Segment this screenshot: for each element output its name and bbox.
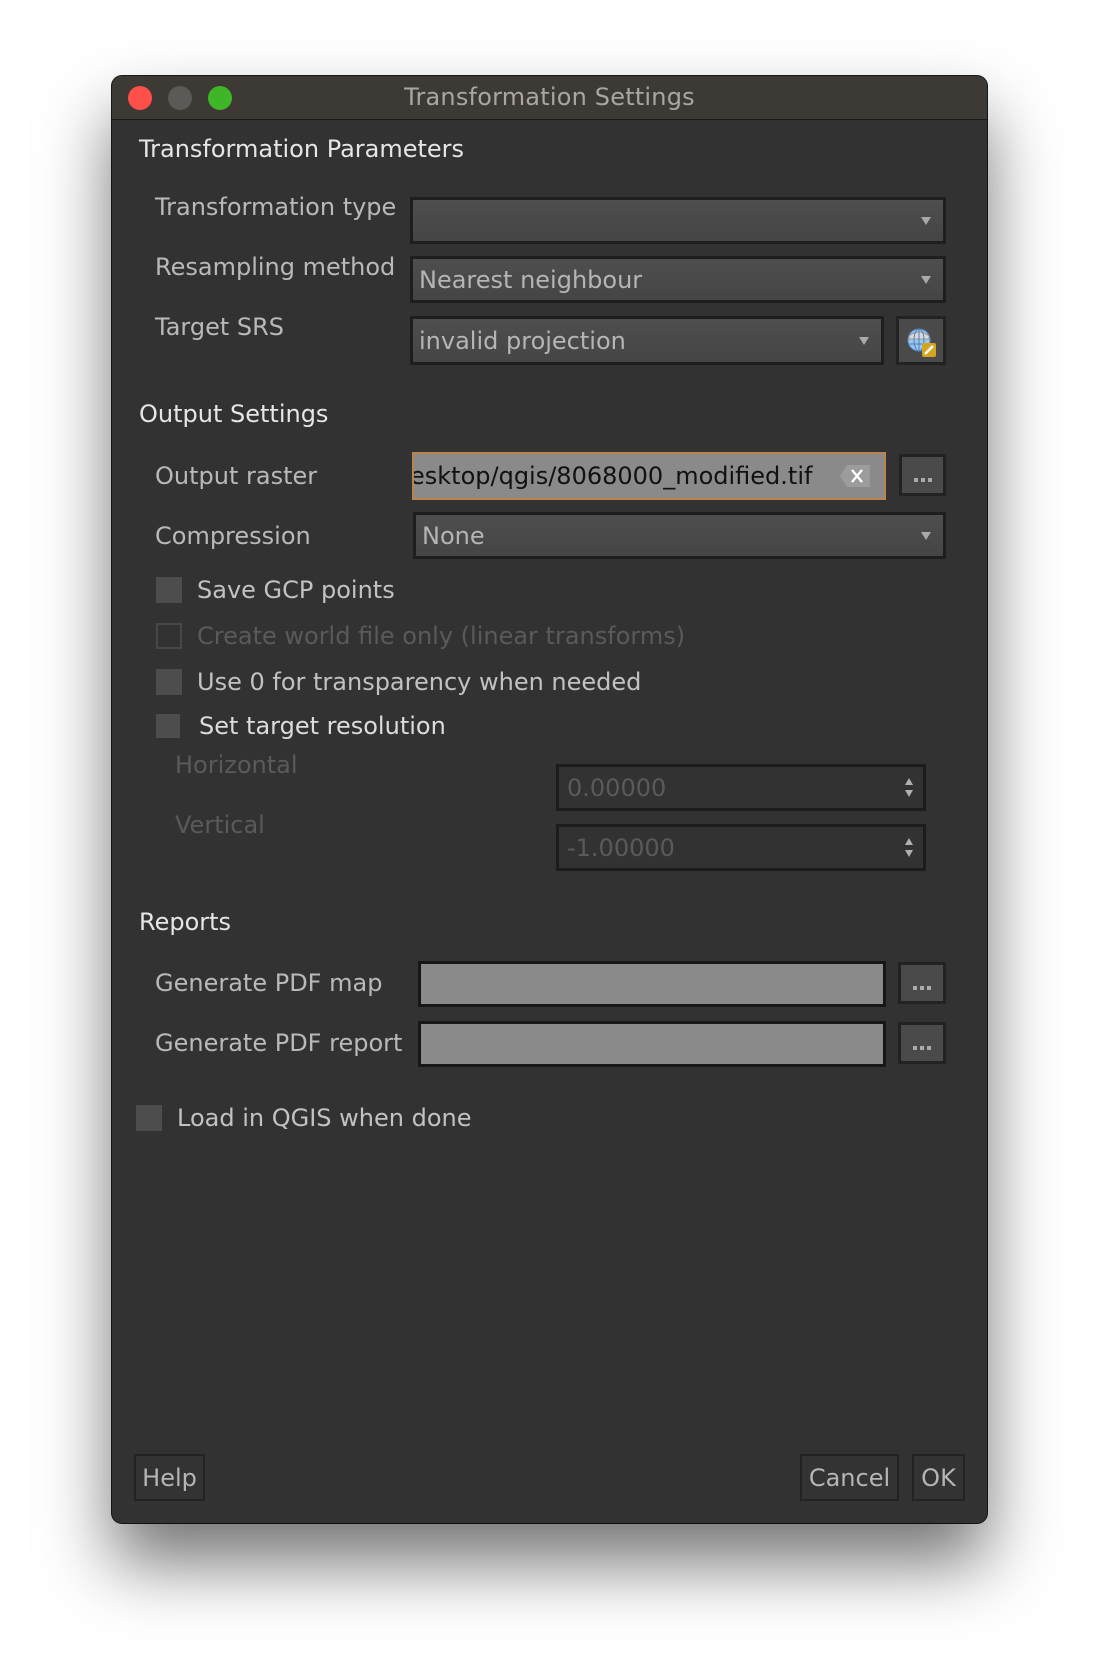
output-raster-browse-button[interactable] bbox=[899, 454, 946, 496]
vertical-value: -1.00000 bbox=[567, 833, 675, 862]
spin-down-icon[interactable] bbox=[905, 850, 913, 857]
create-world-file-checkbox[interactable]: Create world file only (linear transform… bbox=[156, 622, 685, 650]
title-bar[interactable]: Transformation Settings bbox=[112, 76, 987, 120]
spin-up-icon[interactable] bbox=[905, 838, 913, 845]
resampling-method-value: Nearest neighbour bbox=[419, 265, 643, 294]
load-in-qgis-label: Load in QGIS when done bbox=[177, 1104, 472, 1132]
save-gcp-points-label: Save GCP points bbox=[197, 576, 395, 604]
window-title: Transformation Settings bbox=[404, 83, 695, 111]
output-settings-heading: Output Settings bbox=[139, 400, 329, 428]
globe-edit-icon bbox=[907, 328, 936, 357]
set-target-resolution-label: Set target resolution bbox=[199, 712, 446, 740]
chevron-down-icon bbox=[859, 336, 869, 345]
horizontal-spinbox[interactable]: 0.00000 bbox=[556, 764, 926, 811]
checkbox-box[interactable] bbox=[156, 669, 182, 695]
spin-down-icon[interactable] bbox=[905, 790, 913, 797]
save-gcp-points-checkbox[interactable]: Save GCP points bbox=[156, 576, 395, 604]
checkbox-box[interactable] bbox=[136, 1105, 162, 1131]
clear-icon[interactable] bbox=[840, 465, 870, 487]
compression-value: None bbox=[422, 521, 485, 550]
load-in-qgis-checkbox[interactable]: Load in QGIS when done bbox=[136, 1104, 471, 1132]
create-world-file-label: Create world file only (linear transform… bbox=[197, 622, 686, 650]
resampling-method-combo[interactable]: Nearest neighbour bbox=[410, 256, 946, 303]
help-button[interactable]: Help bbox=[134, 1454, 205, 1501]
target-srs-value: invalid projection bbox=[419, 326, 626, 355]
cancel-button[interactable]: Cancel bbox=[800, 1454, 899, 1501]
output-raster-label: Output raster bbox=[155, 462, 318, 490]
transformation-type-combo[interactable] bbox=[410, 197, 946, 244]
compression-label: Compression bbox=[155, 522, 311, 550]
select-crs-button[interactable] bbox=[896, 316, 946, 365]
chevron-down-icon bbox=[921, 216, 931, 225]
spin-up-icon[interactable] bbox=[905, 778, 913, 785]
horizontal-value: 0.00000 bbox=[567, 773, 667, 802]
output-raster-value: esktop/qgis/8068000_modified.tif bbox=[412, 462, 813, 490]
chevron-down-icon bbox=[921, 531, 931, 540]
cancel-button-label: Cancel bbox=[808, 1463, 891, 1492]
pdf-map-browse-button[interactable] bbox=[898, 962, 946, 1004]
chevron-down-icon bbox=[921, 275, 931, 284]
checkbox-box[interactable] bbox=[156, 714, 180, 738]
transformation-type-label: Transformation type bbox=[155, 193, 397, 221]
pdf-report-label: Generate PDF report bbox=[155, 1029, 403, 1057]
transformation-settings-dialog: Transformation Settings Transformation P… bbox=[112, 76, 987, 1523]
resampling-method-label: Resampling method bbox=[155, 253, 396, 281]
compression-combo[interactable]: None bbox=[413, 512, 946, 559]
ellipsis-icon bbox=[913, 478, 932, 482]
pdf-report-browse-button[interactable] bbox=[898, 1022, 946, 1064]
target-srs-label: Target SRS bbox=[155, 313, 285, 341]
vertical-label: Vertical bbox=[175, 811, 265, 839]
transformation-parameters-heading: Transformation Parameters bbox=[139, 135, 465, 163]
checkbox-box[interactable] bbox=[156, 623, 182, 649]
ellipsis-icon bbox=[913, 1046, 931, 1050]
checkbox-box[interactable] bbox=[156, 577, 182, 603]
output-raster-input[interactable]: esktop/qgis/8068000_modified.tif bbox=[412, 452, 886, 500]
ellipsis-icon bbox=[913, 986, 931, 990]
ok-button[interactable]: OK bbox=[912, 1454, 965, 1501]
set-target-resolution-checkbox[interactable]: Set target resolution bbox=[156, 712, 446, 740]
ok-button-label: OK bbox=[921, 1463, 956, 1492]
pdf-map-input[interactable] bbox=[418, 961, 886, 1007]
horizontal-label: Horizontal bbox=[175, 751, 298, 779]
target-srs-combo[interactable]: invalid projection bbox=[410, 316, 884, 365]
pdf-map-label: Generate PDF map bbox=[155, 969, 383, 997]
help-button-label: Help bbox=[142, 1463, 197, 1492]
vertical-spinbox[interactable]: -1.00000 bbox=[556, 824, 926, 871]
use-zero-transparency-checkbox[interactable]: Use 0 for transparency when needed bbox=[156, 668, 641, 696]
pdf-report-input[interactable] bbox=[418, 1021, 886, 1067]
use-zero-transparency-label: Use 0 for transparency when needed bbox=[197, 668, 642, 696]
reports-heading: Reports bbox=[139, 908, 232, 936]
